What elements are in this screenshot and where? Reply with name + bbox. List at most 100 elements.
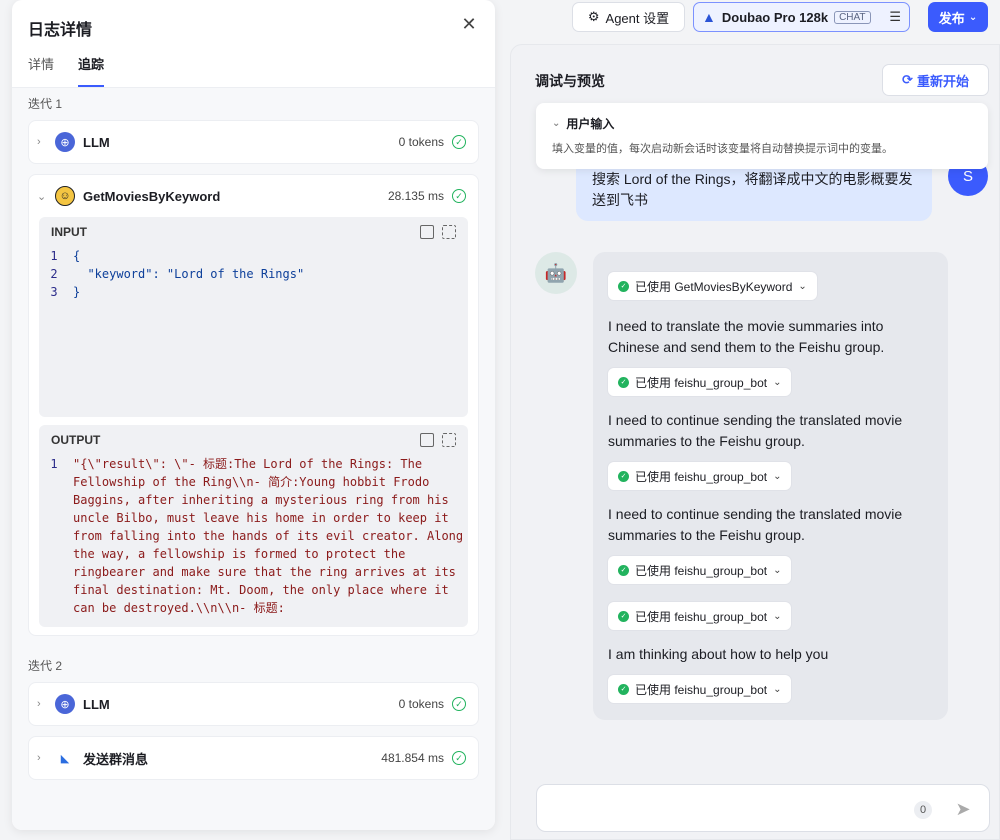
gear-icon: ⚙ [587,9,600,24]
chevron-right-icon[interactable]: › [37,698,51,710]
user-input-popover: ⌄ 用户输入 填入变量的值，每次启动新会话时该变量将自动替换提示词中的变量。 [536,103,988,169]
input-label: INPUT [51,225,87,239]
send-icon[interactable]: ➤ [951,797,975,821]
bot-text: I need to continue sending the translate… [608,412,903,449]
user-input-title: 用户输入 [566,117,615,131]
tool-label: 已使用 GetMoviesByKeyword [635,279,793,294]
trace-node-llm[interactable]: › ⊕ LLM 0 tokens ✓ [28,682,479,726]
chevron-down-icon: ⌄ [773,470,782,482]
check-icon: ✓ [618,610,629,622]
debug-preview-panel: 调试与预览 ⟳ 重新开始 搜索 Lord of the Rings，将翻译成中文… [510,44,1000,840]
llm-icon: ⊕ [55,132,75,152]
chevron-down-icon: ⌄ [798,280,807,292]
bot-message-bubble: ✓ 已使用 GetMoviesByKeyword ⌄ I need to trans… [593,252,948,720]
publish-button[interactable]: 发布 ⌄ [928,2,988,32]
user-input-description: 填入变量的值，每次启动新会话时该变量将自动替换提示词中的变量。 [552,143,893,155]
tool-label: 已使用 feishu_group_bot [635,609,768,624]
check-icon: ✓ [618,564,629,576]
tool-label: 已使用 feishu_group_bot [635,375,768,390]
tool-usage-pill[interactable]: ✓ 已使用 feishu_group_bot ⌄ [608,602,792,630]
chevron-down-icon: ⌄ [773,610,782,622]
tool-usage-pill[interactable]: ✓ 已使用 feishu_group_bot ⌄ [608,675,792,703]
iteration-label: 迭代 1 [28,97,63,111]
copy-icon[interactable] [420,225,434,239]
check-icon: ✓ [618,280,629,292]
success-check-icon: ✓ [452,697,466,711]
restart-label: 重新开始 [916,73,969,89]
refresh-icon: ⟳ [902,72,913,87]
iteration-label: 迭代 2 [28,659,63,673]
panel-title: 日志详情 [28,22,93,39]
bot-text: I need to translate the movie summaries … [608,318,885,355]
restart-button[interactable]: ⟳ 重新开始 [882,64,989,96]
node-meta: 0 tokens [398,697,444,711]
trace-node-llm[interactable]: › ⊕ LLM 0 tokens ✓ [28,120,479,164]
chevron-down-icon: ⌄ [773,564,782,576]
chevron-down-icon: ⌄ [552,118,561,129]
tool-usage-pill[interactable]: ✓ 已使用 feishu_group_bot ⌄ [608,556,792,584]
code-line: { [73,249,81,263]
trace-list: 迭代 1 › ⊕ LLM 0 tokens ✓ ⌄ ☺ GetMoviesByK… [12,88,495,830]
model-badge: CHAT [834,10,871,24]
tool-usage-pill[interactable]: ✓ 已使用 feishu_group_bot ⌄ [608,368,792,396]
chevron-down-icon: ⌄ [773,376,782,388]
trace-node-plugin: ⌄ ☺ GetMoviesByKeyword 28.135 ms ✓ INPUT… [28,174,479,636]
model-selector-button[interactable]: ▲ Doubao Pro 128k CHAT ☰ [693,2,910,32]
node-name: 发送群消息 [83,751,149,767]
success-check-icon: ✓ [452,189,466,203]
chevron-right-icon[interactable]: › [37,752,51,764]
output-label: OUTPUT [51,433,101,447]
check-icon: ✓ [618,470,629,482]
char-count: 0 [914,801,932,819]
expand-icon[interactable] [442,433,456,447]
expand-icon[interactable] [442,225,456,239]
tab-bar: 详情 追踪 [28,54,105,87]
code-line: "keyword": "Lord of the Rings" [73,267,305,281]
output-section: OUTPUT 1 "{\"result\": \"- 标题:The Lord o… [39,425,468,627]
chevron-down-icon[interactable]: ⌄ [37,190,51,203]
bot-avatar: 🤖 [535,252,577,294]
llm-icon: ⊕ [55,694,75,714]
doubao-logo-icon: ▲ [702,9,716,25]
node-name: LLM [83,696,110,712]
node-name: GetMoviesByKeyword [83,188,221,204]
log-detail-panel: 日志详情 ✕ 详情 追踪 迭代 1 › ⊕ LLM 0 tokens ✓ ⌄ ☺… [12,0,495,830]
input-section: INPUT 1{ 2 "keyword": "Lord of the Rings… [39,217,468,417]
model-name: Doubao Pro 128k [721,9,829,25]
sliders-icon: ☰ [889,9,901,24]
agent-settings-label: Agent 设置 [605,10,670,26]
message-composer[interactable]: 0 ➤ [536,784,990,832]
tool-usage-pill[interactable]: ✓ 已使用 GetMoviesByKeyword ⌄ [608,272,817,300]
node-meta: 28.135 ms [387,189,444,203]
code-line: } [73,285,81,299]
tool-label: 已使用 feishu_group_bot [635,682,768,697]
output-code: "{\"result\": \"- 标题:The Lord of the Rin… [73,457,464,615]
check-icon: ✓ [618,376,629,388]
log-detail-header: 日志详情 ✕ 详情 追踪 [12,0,495,88]
tool-label: 已使用 feishu_group_bot [635,469,768,484]
node-meta: 0 tokens [398,135,444,149]
success-check-icon: ✓ [452,135,466,149]
tab-trace[interactable]: 追踪 [78,54,105,87]
node-meta: 481.854 ms [381,751,444,765]
close-icon[interactable]: ✕ [459,14,479,34]
trace-node-send-message[interactable]: › ◣ 发送群消息 481.854 ms ✓ [28,736,479,780]
copy-icon[interactable] [420,433,434,447]
preview-title: 调试与预览 [535,73,605,89]
bot-text: I need to continue sending the translate… [608,506,903,543]
movie-plugin-icon: ☺ [55,186,75,206]
feishu-icon: ◣ [60,752,70,765]
tab-details[interactable]: 详情 [28,54,54,87]
chevron-down-icon: ⌄ [773,683,782,695]
success-check-icon: ✓ [452,751,466,765]
check-icon: ✓ [618,683,629,695]
tool-usage-pill[interactable]: ✓ 已使用 feishu_group_bot ⌄ [608,462,792,490]
chevron-down-icon: ⌄ [968,11,978,23]
user-input-label[interactable]: ⌄ 用户输入 [552,115,972,132]
bot-text: I am thinking about how to help you [608,646,829,662]
node-name: LLM [83,134,110,150]
tool-label: 已使用 feishu_group_bot [635,563,768,578]
agent-settings-button[interactable]: ⚙ Agent 设置 [572,2,685,32]
chevron-right-icon[interactable]: › [37,136,51,148]
publish-label: 发布 [938,10,965,26]
